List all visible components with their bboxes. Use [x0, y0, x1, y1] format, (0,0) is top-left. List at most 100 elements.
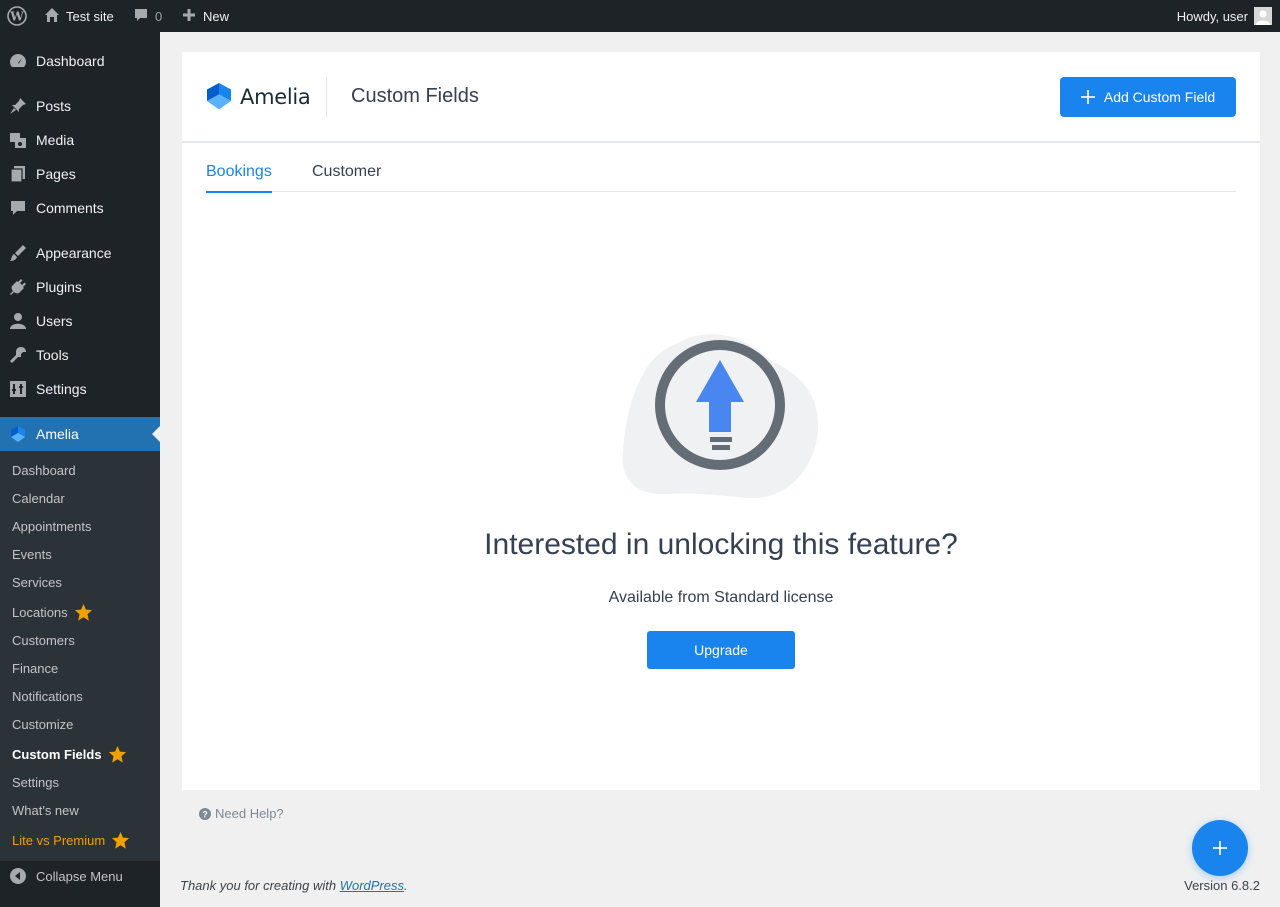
page-title: Custom Fields — [351, 85, 479, 107]
settings-icon — [0, 380, 36, 398]
sidebar-item-media[interactable]: Media — [0, 123, 160, 157]
amelia-icon — [0, 425, 36, 443]
upgrade-illustration-icon — [622, 334, 819, 499]
sidebar-item-dashboard[interactable]: Dashboard — [0, 44, 160, 78]
submenu-item-whats-new[interactable]: What's new — [12, 796, 79, 824]
comment-bubble-icon — [133, 7, 149, 26]
svg-text:?: ? — [202, 809, 208, 819]
sidebar-item-label: Amelia — [36, 426, 79, 442]
amelia-submenu: Dashboard Calendar Appointments Events S… — [0, 451, 160, 861]
add-custom-field-label: Add Custom Field — [1103, 89, 1216, 105]
upgrade-button[interactable]: Upgrade — [647, 631, 795, 669]
sidebar-item-amelia[interactable]: Amelia — [0, 417, 160, 451]
help-icon: ? — [199, 807, 211, 820]
new-content-link[interactable]: New — [181, 0, 229, 32]
submenu-label: Notifications — [12, 688, 83, 704]
admin-sidebar: Dashboard Posts Media Pages Comments App… — [0, 32, 160, 907]
new-label: New — [203, 8, 230, 24]
submenu-label: Dashboard — [12, 462, 76, 478]
dashboard-icon — [0, 52, 36, 70]
collapse-menu-button[interactable]: Collapse Menu — [0, 859, 160, 893]
amelia-logo-icon — [207, 83, 231, 110]
wordpress-logo-icon[interactable]: W — [7, 0, 27, 32]
comments-link[interactable]: 0 — [133, 0, 162, 32]
comments-count: 0 — [155, 8, 163, 24]
submenu-item-locations[interactable]: Locations — [12, 598, 93, 626]
wrench-icon — [0, 346, 36, 364]
submenu-item-appointments[interactable]: Appointments — [12, 512, 92, 540]
plugin-icon — [0, 278, 36, 296]
submenu-item-dashboard[interactable]: Dashboard — [12, 456, 76, 484]
submenu-label: What's new — [12, 802, 79, 818]
plus-icon — [1080, 90, 1095, 104]
submenu-label: Lite vs Premium — [12, 832, 106, 848]
brush-icon — [0, 244, 36, 262]
sidebar-item-label: Dashboard — [36, 53, 105, 69]
submenu-item-customers[interactable]: Customers — [12, 626, 75, 654]
pages-icon — [0, 165, 36, 183]
sidebar-item-plugins[interactable]: Plugins — [0, 270, 160, 304]
upsell-subtitle: Available from Standard license — [608, 589, 834, 606]
sidebar-item-posts[interactable]: Posts — [0, 89, 160, 123]
footer-thanks-text: Thank you for creating with — [180, 878, 340, 893]
sidebar-item-label: Tools — [36, 347, 69, 363]
submenu-item-events[interactable]: Events — [12, 540, 52, 568]
add-custom-field-button[interactable]: Add Custom Field — [1060, 77, 1236, 117]
sidebar-item-label: Pages — [36, 166, 76, 182]
amelia-logo: Amelia — [206, 82, 311, 111]
sidebar-item-label: Plugins — [36, 279, 82, 295]
tab-customer[interactable]: Customer — [312, 163, 381, 191]
sidebar-item-appearance[interactable]: Appearance — [0, 236, 160, 270]
svg-text:W: W — [9, 10, 24, 24]
submenu-label: Custom Fields — [12, 746, 102, 762]
page-header: Amelia Custom Fields Add Custom Field — [182, 52, 1260, 143]
home-icon — [44, 7, 60, 26]
footer-thanks: Thank you for creating with WordPress. — [180, 878, 408, 893]
upsell-title: Interested in unlocking this feature? — [484, 528, 958, 561]
submenu-item-calendar[interactable]: Calendar — [12, 484, 65, 512]
custom-fields-tabs: Bookings Customer — [206, 155, 1236, 193]
sidebar-item-label: Comments — [36, 200, 104, 216]
star-icon — [112, 831, 130, 849]
user-account-link[interactable]: Howdy, user — [1177, 0, 1272, 32]
submenu-item-notifications[interactable]: Notifications — [12, 682, 83, 710]
logo-text: Amelia — [240, 84, 311, 109]
sidebar-item-comments[interactable]: Comments — [0, 191, 160, 225]
submenu-item-lite-vs-premium[interactable]: Lite vs Premium — [12, 826, 130, 854]
submenu-label: Calendar — [12, 490, 65, 506]
submenu-item-custom-fields[interactable]: Custom Fields — [12, 740, 127, 768]
submenu-label: Settings — [12, 774, 59, 790]
sidebar-item-label: Settings — [36, 381, 87, 397]
sidebar-item-users[interactable]: Users — [0, 304, 160, 338]
need-help-label: Need Help? — [215, 806, 284, 821]
custom-fields-panel: Amelia Custom Fields Add Custom Field Bo… — [182, 52, 1260, 790]
floating-add-button[interactable] — [1192, 820, 1248, 876]
user-icon — [0, 312, 36, 330]
header-divider — [326, 77, 327, 117]
wordpress-link[interactable]: WordPress — [340, 878, 404, 893]
submenu-item-finance[interactable]: Finance — [12, 654, 58, 682]
submenu-item-settings[interactable]: Settings — [12, 768, 59, 796]
tab-bookings[interactable]: Bookings — [206, 163, 272, 193]
submenu-label: Locations — [12, 604, 68, 620]
footer-version: Version 6.8.2 — [1184, 878, 1260, 893]
submenu-item-services[interactable]: Services — [12, 568, 62, 596]
sidebar-item-settings[interactable]: Settings — [0, 372, 160, 406]
star-icon — [74, 603, 92, 621]
collapse-icon — [0, 867, 36, 885]
submenu-label: Customize — [12, 716, 74, 732]
sidebar-item-label: Appearance — [36, 245, 112, 261]
howdy-text: Howdy, user — [1176, 8, 1248, 24]
site-name-link[interactable]: Test site — [44, 0, 114, 32]
submenu-item-customize[interactable]: Customize — [12, 710, 73, 738]
sidebar-item-pages[interactable]: Pages — [0, 157, 160, 191]
footer-suffix: . — [404, 878, 408, 893]
sidebar-item-label: Users — [36, 313, 73, 329]
plus-icon — [181, 7, 197, 26]
sidebar-item-tools[interactable]: Tools — [0, 338, 160, 372]
media-icon — [0, 131, 36, 149]
need-help-link[interactable]: ? Need Help? — [199, 806, 284, 821]
site-name: Test site — [66, 8, 114, 24]
admin-bar: W Test site 0 New Howdy, user — [0, 0, 1280, 32]
comment-icon — [0, 199, 36, 217]
